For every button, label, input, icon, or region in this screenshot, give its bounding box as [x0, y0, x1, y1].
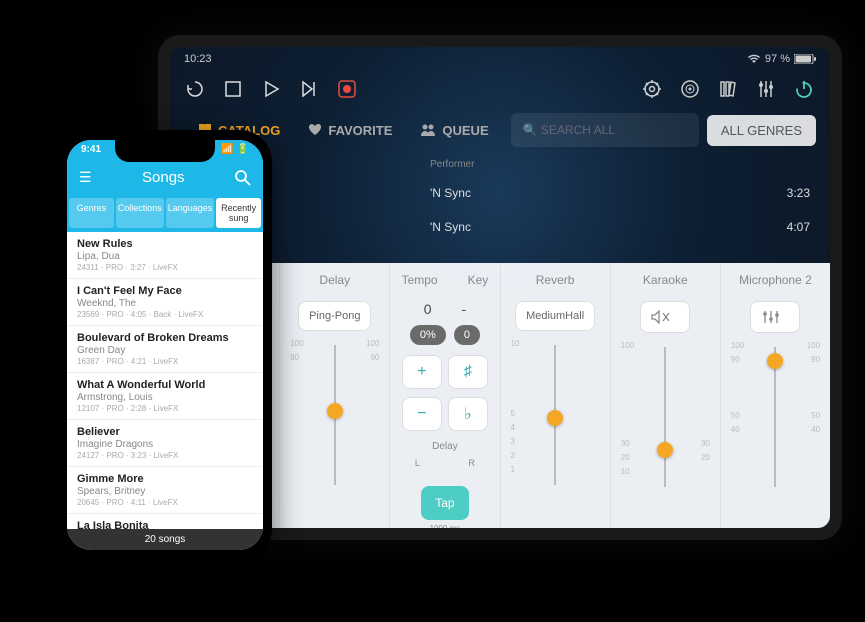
delay-mode-button[interactable]: Ping-Pong [298, 301, 371, 331]
tab-queue[interactable]: QUEUE [406, 115, 502, 146]
phone-notch [115, 140, 215, 162]
status-bar: 10:23 97 % [170, 47, 830, 71]
col-performer: Performer [430, 159, 810, 170]
settings-icon[interactable] [640, 77, 664, 101]
tempo-value: 0 [424, 301, 432, 317]
karaoke-slider[interactable]: 100 30 20 10 30 20 [615, 341, 716, 518]
menu-icon[interactable]: ☰ [79, 169, 92, 186]
reverb-column: Reverb MediumHall 10 5 4 3 2 1 [501, 263, 611, 528]
list-item[interactable]: Gimme MoreSpears, Britney20645 · PRO · 4… [67, 467, 263, 514]
mic2-column: Microphone 2 100 90 50 40 100 90 50 40 [721, 263, 830, 528]
tempo-key-column: Tempo Key 0 - 0% 0 + ♯ − ♭ Delay LR Tap … [390, 263, 500, 528]
search-icon[interactable] [235, 170, 251, 186]
stop-button[interactable] [222, 78, 244, 100]
battery-icon [794, 54, 816, 64]
tempo-minus-button[interactable]: − [402, 397, 442, 431]
phone-tabs: Genres Collections Languages Recently su… [67, 194, 263, 232]
reverb-slider[interactable]: 10 5 4 3 2 1 [505, 339, 606, 518]
heart-icon [308, 123, 322, 137]
phone-song-list[interactable]: New RulesLipa, Dua24311 · PRO · 3:27 · L… [67, 232, 263, 550]
tab-recently-sung[interactable]: Recently sung [216, 198, 261, 228]
key-flat-button[interactable]: ♭ [448, 397, 488, 431]
status-battery: 97 % [765, 53, 790, 65]
library-icon[interactable] [716, 77, 740, 101]
disc-icon[interactable] [678, 77, 702, 101]
tab-favorite[interactable]: FAVORITE [294, 115, 406, 146]
toolbar [170, 71, 830, 107]
phone-footer: 20 songs [67, 529, 263, 550]
phone-status-time: 9:41 [81, 144, 101, 155]
mic2-eq-button[interactable] [750, 301, 800, 333]
restart-button[interactable] [184, 78, 206, 100]
list-item[interactable]: I Can't Feel My FaceWeeknd, The23569 · P… [67, 279, 263, 326]
next-button[interactable] [298, 78, 320, 100]
tab-languages[interactable]: Languages [166, 198, 215, 228]
mic2-slider[interactable]: 100 90 50 40 100 90 50 40 [725, 341, 826, 518]
nav-bar: CATALOG FAVORITE QUEUE 🔍 SEARCH ALL ALL … [170, 107, 830, 153]
list-item[interactable]: Boulevard of Broken DreamsGreen Day16387… [67, 326, 263, 373]
wifi-icon [747, 54, 761, 64]
tempo-pct: 0% [410, 325, 446, 345]
power-icon[interactable] [792, 77, 816, 101]
tab-collections[interactable]: Collections [116, 198, 164, 228]
people-icon [420, 123, 436, 137]
mixer-icon[interactable] [754, 77, 778, 101]
phone-device: 9:41 📶 🔋 ☰ Songs Genres Collections Lang… [58, 130, 272, 560]
karaoke-mute-button[interactable] [640, 301, 690, 333]
search-input[interactable]: 🔍 SEARCH ALL [511, 113, 699, 147]
status-time: 10:23 [184, 53, 212, 65]
karaoke-column: Karaoke 100 30 20 10 30 20 [611, 263, 721, 528]
tempo-plus-button[interactable]: + [402, 355, 442, 389]
phone-title: Songs [142, 169, 185, 186]
list-item[interactable]: BelieverImagine Dragons24127 · PRO · 3:2… [67, 420, 263, 467]
list-item[interactable]: What A Wonderful WorldArmstrong, Louis12… [67, 373, 263, 420]
phone-screen: 9:41 📶 🔋 ☰ Songs Genres Collections Lang… [67, 140, 263, 550]
delay-column: Delay Ping-Pong 100 90 100 90 [280, 263, 390, 528]
record-button[interactable] [336, 78, 358, 100]
tab-genres[interactable]: Genres [69, 198, 114, 228]
play-button[interactable] [260, 78, 282, 100]
key-zero: 0 [454, 325, 480, 345]
key-sharp-button[interactable]: ♯ [448, 355, 488, 389]
phone-header: ☰ Songs [67, 159, 263, 194]
phone-status-icons: 📶 🔋 [221, 144, 249, 155]
list-item[interactable]: New RulesLipa, Dua24311 · PRO · 3:27 · L… [67, 232, 263, 279]
delay-slider[interactable]: 100 90 100 90 [284, 339, 385, 518]
key-value: - [461, 301, 466, 317]
reverb-mode-button[interactable]: MediumHall [515, 301, 595, 331]
genres-dropdown[interactable]: ALL GENRES [707, 115, 816, 146]
tap-ms: 1000 ms [430, 524, 461, 528]
tap-button[interactable]: Tap [421, 486, 468, 520]
